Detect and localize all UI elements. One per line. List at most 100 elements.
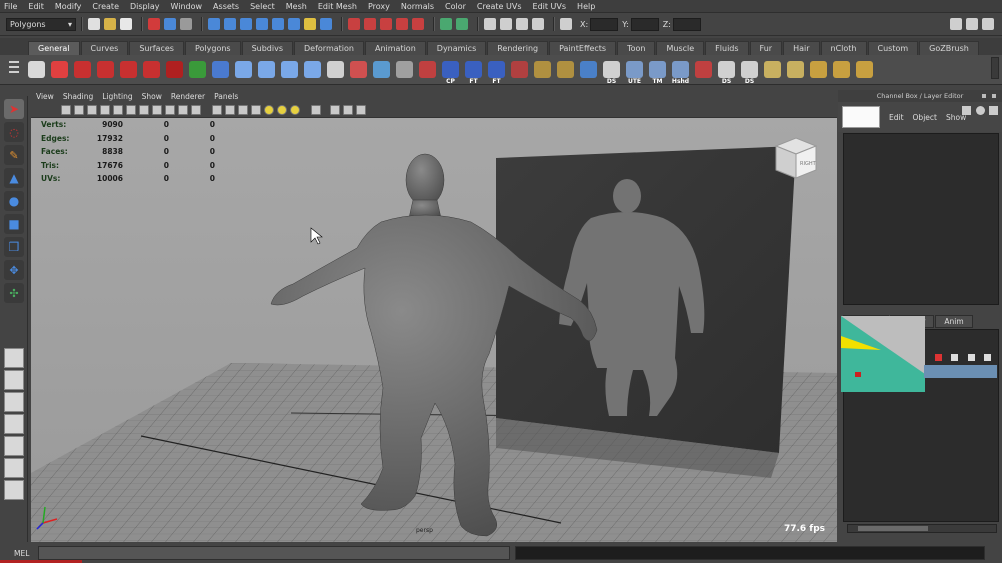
xray-joints-icon[interactable] (343, 104, 353, 115)
history-icon[interactable] (440, 18, 452, 30)
panel-menu-lighting[interactable]: Lighting (102, 92, 132, 101)
menu-assets[interactable]: Assets (213, 2, 239, 11)
render-view-icon[interactable] (484, 18, 496, 30)
menu-edit-uvs[interactable]: Edit UVs (533, 2, 567, 11)
freeze-icon[interactable]: FT (488, 61, 505, 85)
outliner-layout-button[interactable] (4, 458, 24, 478)
curve-tool-icon[interactable] (143, 61, 160, 78)
shelf-tab-fur[interactable]: Fur (749, 41, 783, 55)
snap-curve-icon[interactable] (364, 18, 376, 30)
menu-modify[interactable]: Modify (55, 2, 82, 11)
panel-menu-show[interactable]: Show (142, 92, 162, 101)
field-chart-icon[interactable] (165, 104, 175, 115)
persp-outliner-layout-button[interactable] (4, 392, 24, 412)
shadows-icon[interactable] (277, 104, 287, 115)
pick-mask-icon[interactable] (208, 18, 220, 30)
curve-tool-icon[interactable] (166, 61, 183, 78)
mel-label[interactable]: MEL (14, 549, 38, 558)
shelf-tab-ncloth[interactable]: nCloth (820, 41, 867, 55)
shelf-tab-rendering[interactable]: Rendering (487, 41, 549, 55)
four-view-layout-button[interactable] (4, 370, 24, 390)
image-plane-icon[interactable] (100, 104, 110, 115)
backface-culling-icon[interactable] (356, 104, 366, 115)
smooth-shade-icon[interactable] (225, 104, 235, 115)
question-icon[interactable] (304, 18, 316, 30)
scale-tool[interactable]: ■ (4, 214, 24, 234)
relative-transform-icon[interactable] (560, 18, 572, 30)
film-gate-icon[interactable] (126, 104, 136, 115)
textured-icon[interactable] (251, 104, 261, 115)
center-pivot-icon[interactable]: CP (442, 61, 459, 85)
shelf-tab-fluids[interactable]: Fluids (705, 41, 749, 55)
isolate-select-icon[interactable] (311, 104, 321, 115)
joint-icon[interactable] (281, 61, 298, 78)
curve-tool-icon[interactable] (97, 61, 114, 78)
lasso-tool[interactable]: ◌ (4, 122, 24, 142)
shelf-tab-animation[interactable]: Animation (364, 41, 426, 55)
shelf-tab-deformation[interactable]: Deformation (294, 41, 364, 55)
snap-grid-icon[interactable] (348, 18, 360, 30)
menu-proxy[interactable]: Proxy (368, 2, 390, 11)
shelf-tab-gozbrush[interactable]: GoZBrush (919, 41, 979, 55)
menu-color[interactable]: Color (445, 2, 466, 11)
select-hierarchy-icon[interactable] (148, 18, 160, 30)
pick-mask-icon[interactable] (256, 18, 268, 30)
pick-mask-icon[interactable] (224, 18, 236, 30)
shelf-tab-painteffects[interactable]: PaintEffects (549, 41, 617, 55)
resolution-gate-icon[interactable] (139, 104, 149, 115)
pin-icon[interactable] (695, 61, 712, 78)
uv-icon[interactable] (787, 61, 804, 78)
camera-attributes-icon[interactable] (74, 104, 84, 115)
panel-menu-panels[interactable]: Panels (214, 92, 238, 101)
shelf-tab-polygons[interactable]: Polygons (184, 41, 241, 55)
freeze-icon[interactable]: FT (465, 61, 482, 85)
pick-mask-icon[interactable] (288, 18, 300, 30)
menu-create-uvs[interactable]: Create UVs (477, 2, 522, 11)
gear-icon[interactable] (975, 105, 985, 115)
shelf-scrollbar[interactable] (991, 57, 999, 79)
menu-window[interactable]: Window (171, 2, 203, 11)
mel-input[interactable] (38, 546, 510, 560)
snap-point-icon[interactable] (380, 18, 392, 30)
pencil-icon[interactable] (989, 105, 998, 115)
shelf-tab-dynamics[interactable]: Dynamics (426, 41, 487, 55)
history-icon[interactable] (456, 18, 468, 30)
select-object-icon[interactable] (164, 18, 176, 30)
move-down-icon[interactable] (984, 353, 992, 361)
safe-title-icon[interactable] (191, 104, 201, 115)
lights-icon[interactable] (290, 104, 300, 115)
help-icon[interactable] (51, 61, 68, 78)
paint-icon[interactable] (350, 61, 367, 78)
soft-mod-tool[interactable]: ✥ (4, 260, 24, 280)
channel-box-menu-edit[interactable]: Edit (889, 113, 904, 122)
gate-mask-icon[interactable] (152, 104, 162, 115)
joint-icon[interactable] (258, 61, 275, 78)
wireframe-on-shaded-icon[interactable] (238, 104, 248, 115)
shelf-tab-general[interactable]: General (28, 41, 80, 55)
float-icon[interactable] (982, 94, 986, 98)
layer-icon[interactable] (962, 105, 971, 115)
curve-tool-icon[interactable] (74, 61, 91, 78)
ute-icon[interactable]: UTE (626, 61, 643, 85)
bars-icon[interactable] (557, 61, 574, 78)
list-icon[interactable] (327, 61, 344, 78)
z-input[interactable] (672, 17, 701, 31)
menu-help[interactable]: Help (577, 2, 595, 11)
paint-select-tool[interactable]: ✎ (4, 145, 24, 165)
select-component-icon[interactable] (180, 18, 192, 30)
shelf-tab-curves[interactable]: Curves (80, 41, 129, 55)
uv-grid-icon[interactable] (856, 61, 873, 78)
display-smooth-icon[interactable]: DS (718, 61, 735, 85)
shelf-tab-surfaces[interactable]: Surfaces (129, 41, 184, 55)
channel-box-menu-object[interactable]: Object (913, 113, 937, 122)
persp-graph-layout-button[interactable] (4, 414, 24, 434)
render-settings-icon[interactable] (532, 18, 544, 30)
curve-tool-icon[interactable] (120, 61, 137, 78)
universal-manipulator-tool[interactable]: ❒ (4, 237, 24, 257)
select-camera-icon[interactable] (61, 104, 71, 115)
bookmark-icon[interactable] (87, 104, 97, 115)
shelf-menu-icon[interactable] (9, 58, 19, 80)
safe-action-icon[interactable] (178, 104, 188, 115)
shelf-tab-toon[interactable]: Toon (617, 41, 656, 55)
cube-icon[interactable] (396, 61, 413, 78)
